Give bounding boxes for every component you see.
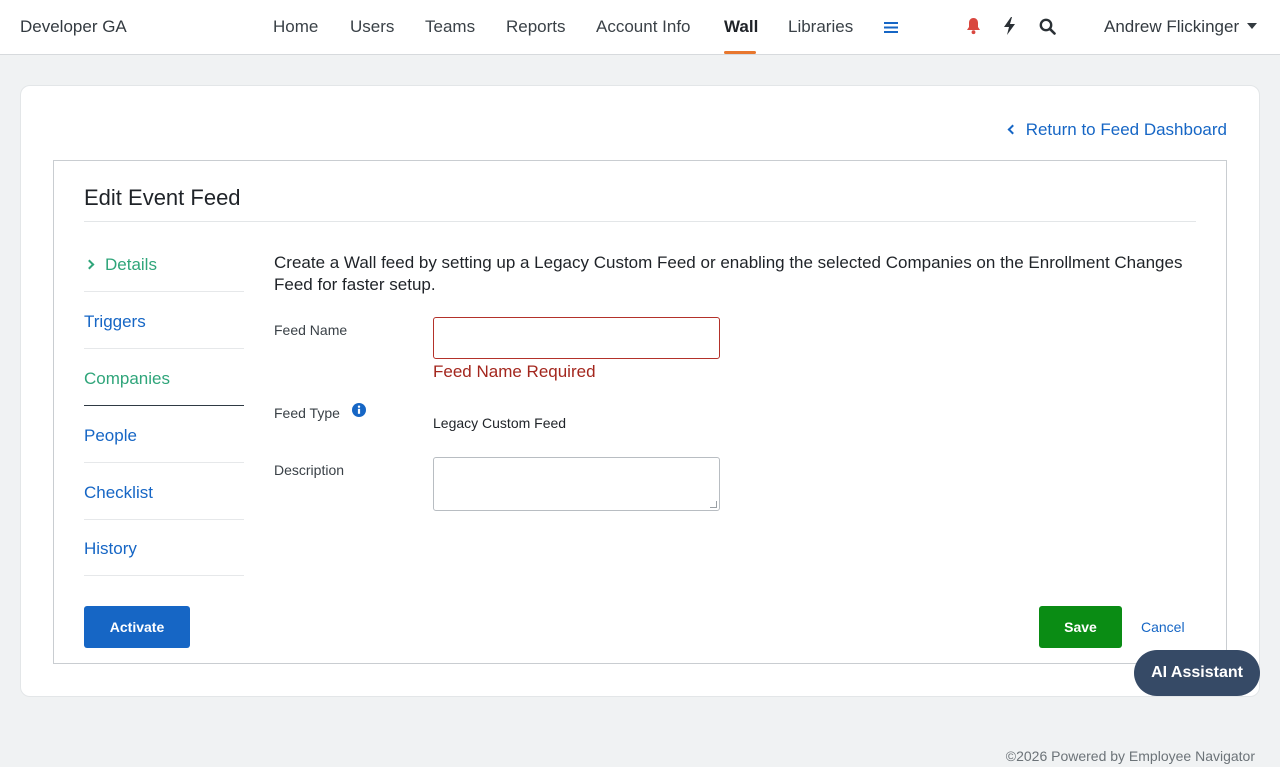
search-icon[interactable]: [1039, 18, 1056, 40]
side-menu-details[interactable]: Details: [84, 235, 244, 292]
side-menu-companies[interactable]: Companies: [84, 349, 244, 406]
side-menu-label: History: [84, 539, 137, 558]
nav-users[interactable]: Users: [350, 17, 394, 37]
side-menu-label: People: [84, 426, 137, 445]
side-menu-triggers[interactable]: Triggers: [84, 292, 244, 349]
resize-handle[interactable]: [710, 501, 717, 508]
feed-name-error: Feed Name Required: [433, 362, 596, 381]
footer-text: ©2026 Powered by Employee Navigator: [1005, 748, 1255, 764]
side-menu-label: Companies: [84, 369, 170, 388]
info-icon[interactable]: [352, 403, 366, 422]
main-card: Return to Feed Dashboard Edit Event Feed…: [20, 85, 1260, 697]
nav-wall[interactable]: Wall: [724, 17, 758, 37]
nav-reports[interactable]: Reports: [506, 17, 566, 37]
side-menu-label: Details: [105, 255, 157, 274]
ai-assistant-button[interactable]: AI Assistant: [1134, 650, 1260, 696]
edit-feed-panel: Edit Event Feed Details Triggers Compani…: [53, 160, 1227, 664]
description-textarea[interactable]: [433, 457, 720, 511]
bell-icon[interactable]: [966, 17, 981, 40]
top-navigation-bar: Developer GA Home Users Teams Reports Ac…: [0, 0, 1280, 55]
feed-name-input[interactable]: [433, 317, 720, 359]
side-menu-label: Checklist: [84, 483, 153, 502]
user-name: Andrew Flickinger: [1104, 17, 1240, 36]
save-button[interactable]: Save: [1039, 606, 1122, 648]
chevron-left-icon: [1007, 124, 1018, 134]
intro-text: Create a Wall feed by setting up a Legac…: [274, 253, 1183, 294]
side-menu-label: Triggers: [84, 312, 146, 331]
active-nav-indicator: [724, 51, 756, 54]
nav-libraries[interactable]: Libraries: [788, 17, 853, 37]
activate-button[interactable]: Activate: [84, 606, 190, 648]
side-menu-history[interactable]: History: [84, 519, 244, 576]
title-divider: [84, 221, 1196, 222]
user-menu[interactable]: Andrew Flickinger: [1104, 17, 1258, 37]
side-menu-checklist[interactable]: Checklist: [84, 463, 244, 520]
nav-home[interactable]: Home: [273, 17, 318, 37]
brand-name[interactable]: Developer GA: [20, 17, 127, 37]
cancel-link[interactable]: Cancel: [1141, 619, 1185, 635]
page-title: Edit Event Feed: [84, 185, 241, 210]
chevron-down-icon: [1247, 23, 1258, 30]
feed-name-label: Feed Name: [274, 322, 348, 338]
description-label: Description: [274, 462, 345, 478]
nav-account-info[interactable]: Account Info: [596, 17, 691, 37]
return-link-label: Return to Feed Dashboard: [1025, 120, 1227, 139]
feed-type-value: Legacy Custom Feed: [433, 415, 567, 431]
feed-type-label: Feed Type: [274, 405, 340, 421]
side-menu-people[interactable]: People: [84, 406, 244, 463]
nav-teams[interactable]: Teams: [425, 17, 475, 37]
bolt-icon[interactable]: [1003, 17, 1016, 40]
chevron-right-icon: [84, 259, 95, 270]
menu-icon[interactable]: [884, 21, 898, 39]
return-to-feed-dashboard-link[interactable]: Return to Feed Dashboard: [1007, 120, 1227, 140]
